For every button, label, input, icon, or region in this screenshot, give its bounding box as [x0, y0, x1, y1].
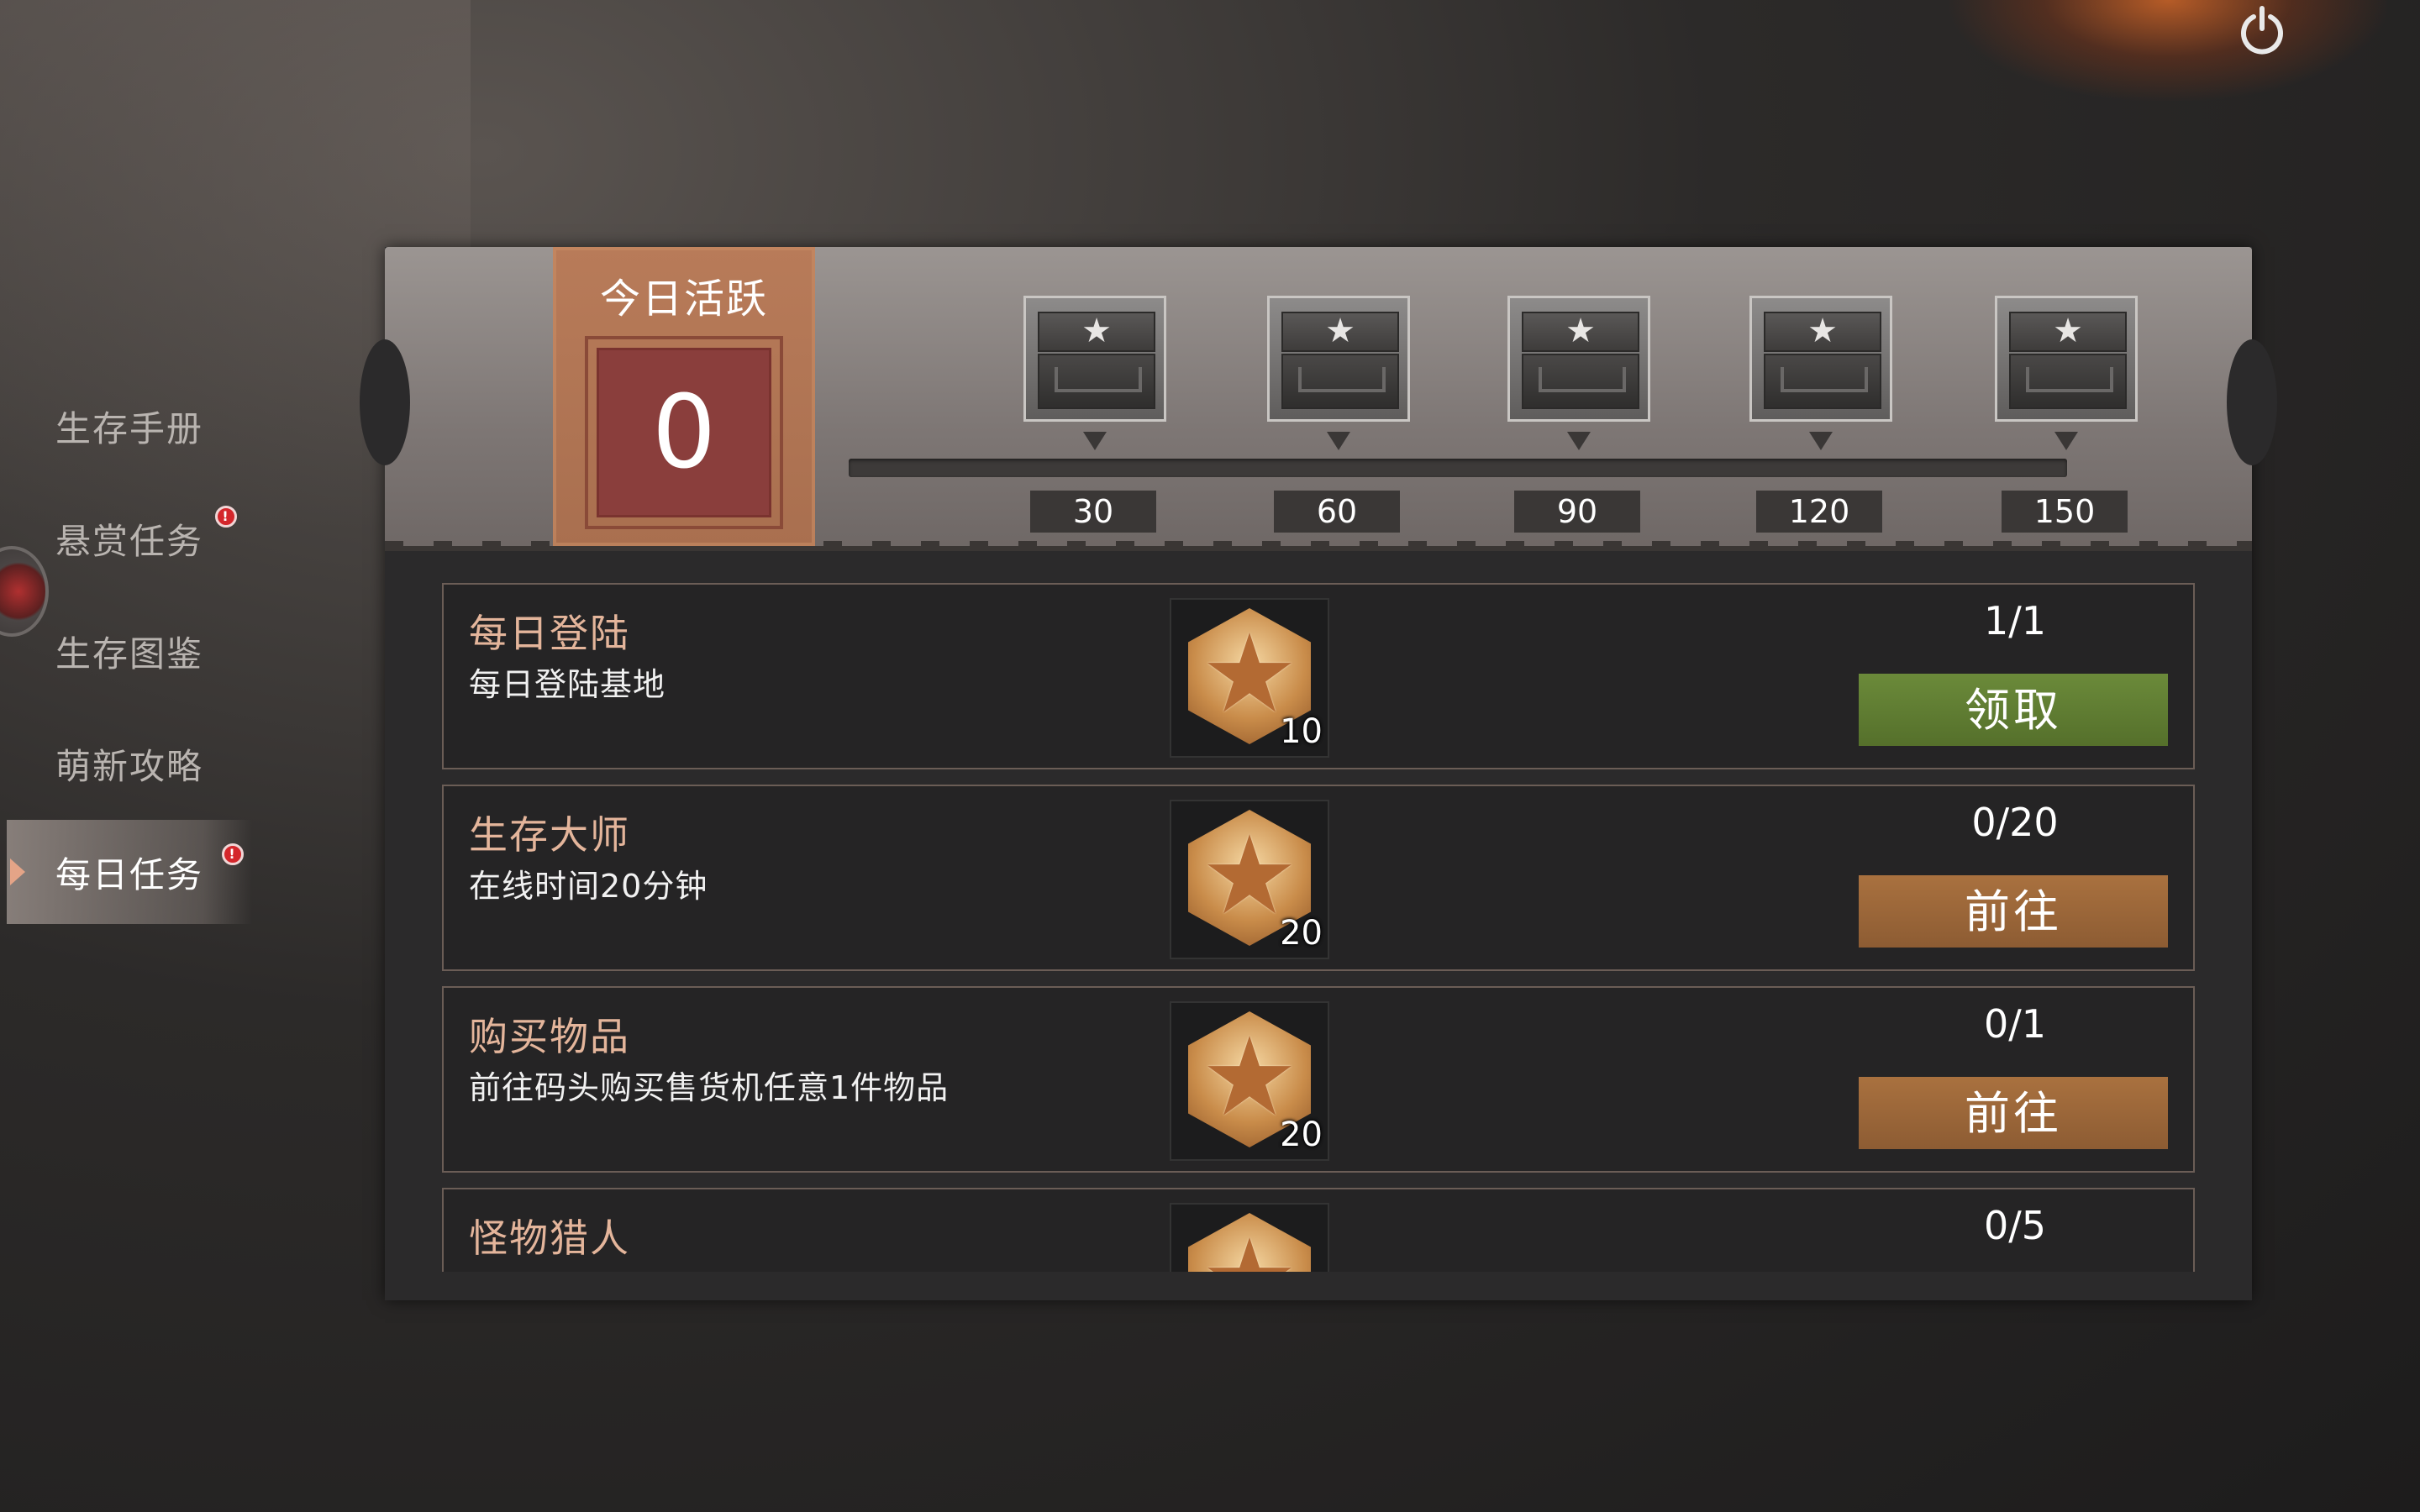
task-item-daily-login: 每日登陆 每日登陆基地 10 1/1 领取 — [442, 583, 2195, 769]
daily-tasks-panel: 今日活跃 0 30 60 90 120 1 — [360, 247, 2277, 1300]
notification-badge: ! — [215, 506, 237, 528]
task-description: 在线时间20分钟 — [469, 868, 708, 905]
sidebar-item-bounty-tasks[interactable]: 悬赏任务 ! — [0, 482, 252, 595]
milestone-marker-icon — [1809, 432, 1833, 450]
active-arrow-icon — [10, 858, 25, 885]
sidebar-item-label: 悬赏任务 — [55, 520, 204, 562]
reward-amount: 20 — [1280, 1116, 1323, 1154]
milestone-label: 150 — [2002, 491, 2128, 533]
activity-value: 0 — [597, 348, 771, 517]
power-glow — [1949, 0, 2386, 101]
power-icon — [2241, 6, 2283, 55]
activity-title: 今日活跃 — [599, 276, 768, 323]
task-item-survival-master: 生存大师 在线时间20分钟 20 0/20 前往 — [442, 785, 2195, 971]
task-name: 购买物品 — [469, 1014, 630, 1059]
milestone-marker-icon — [1083, 432, 1107, 450]
notification-badge: ! — [222, 843, 244, 865]
milestone-label: 30 — [1030, 491, 1156, 533]
task-progress: 0/1 — [1983, 1001, 2047, 1047]
milestone-marker-icon — [1567, 432, 1591, 450]
sidebar-item-label: 每日任务 — [55, 853, 204, 895]
activity-value-frame: 0 — [585, 336, 783, 529]
power-button[interactable] — [2235, 3, 2289, 57]
reward-slot[interactable]: 20 — [1170, 800, 1329, 959]
task-item-monster-hunter: 怪物猎人 击败任意5只怪物 20 0/5 前往 — [442, 1188, 2195, 1272]
reward-slot[interactable]: 10 — [1170, 598, 1329, 758]
task-name: 每日登陆 — [469, 611, 630, 656]
reward-slot[interactable]: 20 — [1170, 1001, 1329, 1161]
chest-icon[interactable] — [1995, 296, 2138, 422]
go-button[interactable]: 前往 — [1859, 875, 2168, 948]
sidebar-item-label: 萌新攻略 — [55, 745, 204, 787]
sidebar-item-daily-tasks[interactable]: 每日任务 ! — [7, 820, 252, 924]
task-list[interactable]: 每日登陆 每日登陆基地 10 1/1 领取 生存大师 在线时间20分钟 20 0… — [442, 583, 2195, 1272]
task-item-buy-item: 购买物品 前往码头购买售货机任意1件物品 20 0/1 前往 — [442, 986, 2195, 1173]
task-description: 前往码头购买售货机任意1件物品 — [469, 1069, 950, 1106]
milestone-30: 30 — [1023, 296, 1166, 539]
milestone-90: 90 — [1507, 296, 1650, 539]
chest-icon[interactable] — [1507, 296, 1650, 422]
sidebar-item-survival-manual[interactable]: 生存手册 — [0, 370, 252, 482]
activity-medal-icon — [1188, 1213, 1311, 1272]
go-button[interactable]: 前往 — [1859, 1077, 2168, 1149]
activity-header: 今日活跃 0 30 60 90 120 1 — [360, 247, 2277, 551]
reward-slot[interactable]: 20 — [1170, 1203, 1329, 1272]
milestone-60: 60 — [1267, 296, 1410, 539]
task-name: 生存大师 — [469, 812, 630, 858]
claim-button[interactable]: 领取 — [1859, 674, 2168, 746]
milestone-label: 90 — [1514, 491, 1640, 533]
milestone-marker-icon — [1327, 432, 1350, 450]
sidebar: 生存手册 悬赏任务 ! 生存图鉴 萌新攻略 每日任务 ! — [0, 370, 252, 924]
sidebar-item-label: 生存手册 — [55, 407, 204, 449]
chest-icon[interactable] — [1267, 296, 1410, 422]
task-progress: 0/5 — [1983, 1203, 2047, 1248]
task-progress: 0/20 — [1971, 800, 2059, 845]
chest-icon[interactable] — [1023, 296, 1166, 422]
task-progress: 1/1 — [1983, 598, 2047, 643]
today-activity-box: 今日活跃 0 — [553, 247, 815, 546]
task-description: 击败任意5只怪物 — [469, 1263, 719, 1272]
milestone-120: 120 — [1749, 296, 1892, 539]
chest-icon[interactable] — [1749, 296, 1892, 422]
task-name: 怪物猎人 — [469, 1215, 630, 1261]
task-description: 每日登陆基地 — [469, 666, 666, 703]
milestone-marker-icon — [2054, 432, 2078, 450]
sidebar-item-beginner-guide[interactable]: 萌新攻略 — [0, 707, 252, 820]
milestone-label: 120 — [1756, 491, 1882, 533]
sidebar-item-label: 生存图鉴 — [55, 633, 204, 675]
sidebar-item-survival-codex[interactable]: 生存图鉴 — [0, 595, 252, 707]
milestone-label: 60 — [1274, 491, 1400, 533]
milestone-150: 150 — [1995, 296, 2138, 539]
reward-amount: 10 — [1280, 712, 1323, 751]
reward-amount: 20 — [1280, 914, 1323, 953]
